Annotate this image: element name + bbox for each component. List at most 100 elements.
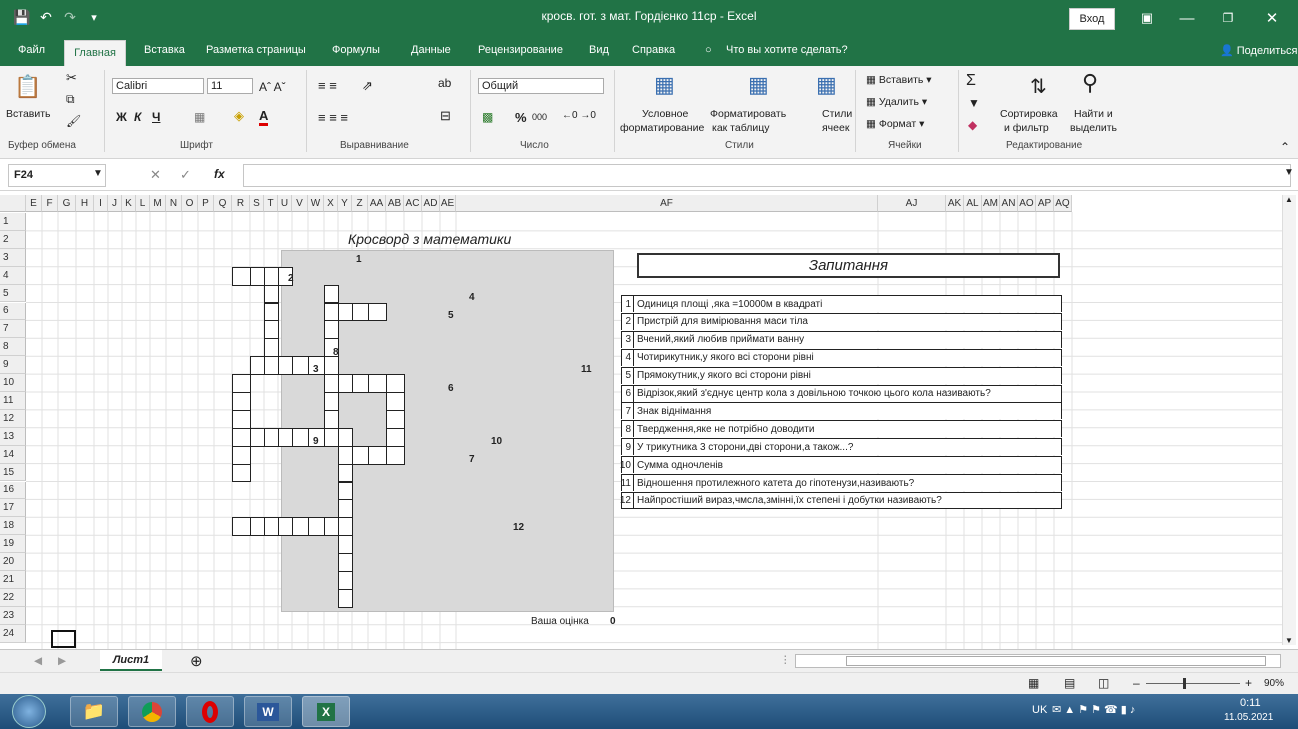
crossword-cell[interactable] [292, 427, 309, 447]
normal-view-icon[interactable]: ▦ [1028, 676, 1039, 690]
clock-date[interactable]: 11.05.2021 [1224, 712, 1273, 723]
page-break-view-icon[interactable]: ◫ [1098, 676, 1109, 690]
currency-icon[interactable]: ▩ [482, 110, 493, 124]
tray-icons[interactable]: ✉ ▲ ⚑ ⚑ ☎ ▮ ♪ [1052, 703, 1135, 716]
add-sheet-icon[interactable]: ⊕ [190, 652, 203, 670]
column-header-j[interactable]: J [108, 195, 122, 212]
copy-icon[interactable]: ⧉ [66, 92, 75, 107]
crossword-cell[interactable] [264, 517, 279, 537]
crossword-cell[interactable] [324, 356, 339, 376]
sheet-tab-active[interactable]: Лист1 [100, 650, 162, 671]
clock-time[interactable]: 0:11 [1240, 697, 1261, 709]
crossword-cell[interactable] [386, 427, 405, 447]
vertical-scrollbar[interactable]: ▲ ▼ [1282, 195, 1296, 645]
column-header-n[interactable]: N [166, 195, 182, 212]
underline-button[interactable]: Ч [152, 110, 160, 124]
crossword-cell[interactable] [324, 284, 339, 304]
row-header-21[interactable]: 21 [0, 571, 26, 589]
find-select-label-2[interactable]: выделить [1070, 122, 1117, 134]
merge-center-icon[interactable]: ⊟ [440, 108, 451, 124]
word-icon[interactable]: W [244, 696, 292, 727]
column-header-ak[interactable]: AK [946, 195, 964, 212]
excel-icon[interactable]: X [302, 696, 350, 727]
crossword-cell[interactable] [232, 409, 251, 429]
crossword-cell[interactable] [324, 320, 339, 340]
row-header-3[interactable]: 3 [0, 248, 26, 267]
enter-icon[interactable]: ✓ [180, 167, 191, 183]
row-header-5[interactable]: 5 [0, 284, 26, 303]
row-header-18[interactable]: 18 [0, 517, 26, 536]
column-header-al[interactable]: AL [964, 195, 982, 212]
row-header-12[interactable]: 12 [0, 409, 26, 428]
language-indicator[interactable]: UK [1032, 704, 1047, 716]
row-header-7[interactable]: 7 [0, 320, 26, 339]
conditional-format-icon[interactable]: ▦ [654, 72, 675, 98]
conditional-format-label[interactable]: Условное [642, 108, 688, 120]
column-header-t[interactable]: T [264, 195, 278, 212]
number-format-select[interactable]: Общий [478, 78, 604, 94]
zoom-in-icon[interactable]: + [1245, 676, 1252, 690]
row-header-11[interactable]: 11 [0, 392, 26, 410]
row-header-9[interactable]: 9 [0, 356, 26, 375]
crossword-cell[interactable] [308, 517, 325, 537]
tab-review[interactable]: Рецензирование [478, 44, 563, 56]
crossword-cell[interactable] [292, 356, 309, 376]
crossword-cell[interactable] [338, 535, 353, 555]
column-header-af[interactable]: AF [456, 195, 878, 212]
crossword-cell[interactable] [232, 266, 251, 286]
crossword-cell[interactable] [338, 588, 353, 608]
conditional-format-label-2[interactable]: форматирование [620, 122, 704, 134]
sort-filter-label-2[interactable]: и фильтр [1004, 122, 1049, 134]
insert-function-button[interactable]: fx [214, 167, 225, 181]
crossword-cell[interactable] [250, 266, 265, 286]
column-header-ao[interactable]: AO [1018, 195, 1036, 212]
crossword-cell[interactable] [338, 445, 353, 465]
row-header-16[interactable]: 16 [0, 481, 26, 500]
sort-filter-icon[interactable]: ⇅ [1030, 74, 1047, 99]
crossword-cell[interactable] [368, 445, 387, 465]
spreadsheet-grid[interactable]: E F G H I J K L M N O P Q R S T U V W X Y Z AA AB AC AD AE AF AJ AK AL… [0, 191, 1298, 649]
crossword-cell[interactable] [264, 284, 279, 304]
column-header-i[interactable]: I [94, 195, 108, 212]
ribbon-display-icon[interactable]: ▣ [1125, 4, 1169, 32]
column-header-f[interactable]: F [42, 195, 58, 212]
cell-styles-icon[interactable]: ▦ [816, 72, 837, 98]
crossword-cell[interactable] [352, 302, 369, 322]
column-header-e[interactable]: E [26, 195, 42, 212]
collapse-ribbon-icon[interactable]: ⌃ [1280, 140, 1290, 154]
name-box-dropdown-icon[interactable]: ▼ [93, 168, 103, 179]
crossword-cell[interactable] [250, 356, 265, 376]
crossword-cell[interactable] [324, 392, 339, 411]
tab-insert[interactable]: Вставка [144, 44, 185, 56]
row-header-23[interactable]: 23 [0, 606, 26, 625]
zoom-level[interactable]: 90% [1264, 678, 1284, 689]
row-header-4[interactable]: 4 [0, 266, 26, 285]
find-select-icon[interactable]: ⚲ [1082, 70, 1098, 96]
name-box[interactable]: F24 [8, 164, 106, 187]
zoom-slider[interactable] [1146, 683, 1240, 684]
crossword-cell[interactable] [264, 338, 279, 358]
login-button[interactable]: Вход [1069, 8, 1115, 30]
selected-cell[interactable] [51, 630, 76, 648]
select-all-corner[interactable] [0, 195, 26, 212]
crossword-cell[interactable] [232, 392, 251, 411]
column-header-q[interactable]: Q [214, 195, 232, 212]
crossword-cell[interactable] [338, 481, 353, 501]
close-button[interactable]: ✕ [1250, 4, 1294, 32]
crossword-cell[interactable] [232, 445, 251, 465]
top-align-icon[interactable]: ≡ ≡ [318, 78, 337, 93]
row-header-14[interactable]: 14 [0, 445, 26, 464]
column-header-g[interactable]: G [58, 195, 76, 212]
cell-styles-label[interactable]: Стили [822, 108, 852, 120]
row-header-20[interactable]: 20 [0, 553, 26, 571]
crossword-cell[interactable] [338, 571, 353, 590]
column-header-an[interactable]: AN [1000, 195, 1018, 212]
row-header-1[interactable]: 1 [0, 213, 26, 231]
column-header-ae[interactable]: AE [440, 195, 456, 212]
bold-button[interactable]: Ж [116, 110, 127, 124]
column-header-m[interactable]: M [150, 195, 166, 212]
percent-button[interactable]: % [515, 110, 527, 125]
start-button[interactable] [12, 695, 46, 728]
crossword-cell[interactable] [338, 499, 353, 519]
row-header-13[interactable]: 13 [0, 427, 26, 446]
